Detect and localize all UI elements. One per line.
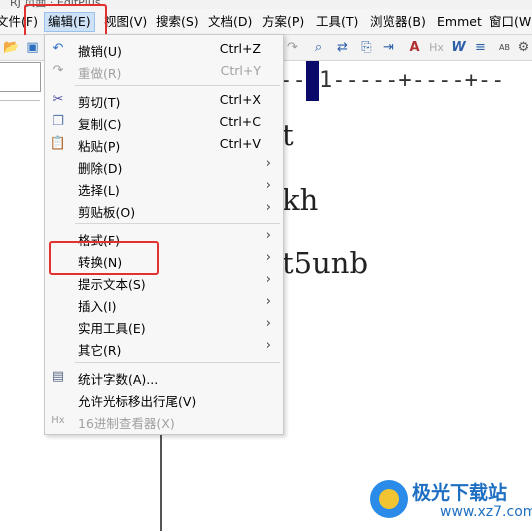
menu-item-undo[interactable]: ↶ 撤销(U) Ctrl+Z <box>45 37 283 60</box>
submenu-arrow-icon: › <box>265 316 271 331</box>
settings-icon[interactable]: ⚙ <box>515 39 532 56</box>
menu-item-utilities[interactable]: 实用工具(E) › <box>45 314 283 336</box>
menu-scheme[interactable]: 方案(P) <box>262 13 304 31</box>
menu-separator <box>75 85 280 86</box>
copy-icon: ❐ <box>52 113 64 129</box>
pane-divider <box>0 100 40 101</box>
edit-dropdown-menu: ↶ 撤销(U) Ctrl+Z ↷ 重做(R) Ctrl+Y ✂ 剪切(T) Ct… <box>44 34 284 435</box>
document-line[interactable]: t5unb <box>282 246 368 280</box>
menu-item-insert[interactable]: 插入(I) › <box>45 292 283 314</box>
submenu-arrow-icon: › <box>265 156 271 171</box>
indent-icon[interactable]: ⇥ <box>380 39 397 56</box>
menu-emmet[interactable]: Emmet <box>437 13 482 31</box>
submenu-arrow-icon: › <box>265 294 271 309</box>
submenu-arrow-icon: › <box>265 228 271 243</box>
watermark-url: www.xz7.com <box>440 504 532 520</box>
menu-item-paste[interactable]: 📋 粘贴(P) Ctrl+V <box>45 132 283 155</box>
replace-icon[interactable]: ⇄ <box>334 39 351 56</box>
find-icon[interactable]: ⌕ <box>310 39 327 56</box>
watermark-title: 极光下载站 <box>412 482 508 504</box>
highlight-box-convert <box>49 241 159 275</box>
submenu-arrow-icon: › <box>265 250 271 265</box>
menu-document[interactable]: 文档(D) <box>208 13 252 31</box>
menu-separator <box>75 362 280 363</box>
word-count-icon: ▤ <box>51 368 65 384</box>
menu-separator <box>75 223 280 224</box>
document-line[interactable]: kh <box>282 183 318 217</box>
highlight-box-edit-menu <box>24 4 107 37</box>
submenu-arrow-icon: › <box>265 200 271 215</box>
submenu-arrow-icon: › <box>265 338 271 353</box>
goto-icon[interactable]: ⎘ <box>358 39 375 56</box>
directory-combo[interactable] <box>0 62 41 92</box>
ruler-cursor: 1 <box>305 61 319 101</box>
redo-icon: ↷ <box>52 62 64 78</box>
paste-icon: 📋 <box>49 135 67 151</box>
sort-icon[interactable]: AB <box>496 39 513 56</box>
menu-item-other[interactable]: 其它(R) › <box>45 336 283 358</box>
hex-icon: Hx <box>51 414 65 426</box>
ruler-icon[interactable]: ≡ <box>472 39 489 56</box>
menu-browser[interactable]: 浏览器(B) <box>370 13 426 31</box>
word-wrap-icon[interactable]: W <box>450 39 467 56</box>
menu-item-copy[interactable]: ❐ 复制(C) Ctrl+C <box>45 110 283 133</box>
undo-icon: ↶ <box>52 40 64 56</box>
menu-item-cut[interactable]: ✂ 剪切(T) Ctrl+X <box>45 88 283 111</box>
menu-item-delete[interactable]: 删除(D) › <box>45 154 283 176</box>
save-icon[interactable]: ▣ <box>24 39 41 56</box>
menu-search[interactable]: 搜索(S) <box>156 13 199 31</box>
menu-item-cursor-beyond-eol[interactable]: 允许光标移出行尾(V) <box>45 387 283 409</box>
menu-item-hex-viewer[interactable]: Hx 16进制查看器(X) <box>45 409 283 432</box>
font-icon[interactable]: A <box>406 39 423 56</box>
ruler-right: 1-----+----+-- <box>318 68 505 93</box>
watermark-logo-icon <box>370 480 408 518</box>
watermark: 极光下载站 www.xz7.com <box>370 476 532 528</box>
directory-pane <box>0 61 40 531</box>
menu-item-clipboard[interactable]: 剪贴板(O) › <box>45 198 283 220</box>
submenu-arrow-icon: › <box>265 178 271 193</box>
redo-toolbar-icon[interactable]: ↷ <box>284 39 301 56</box>
menu-window[interactable]: 窗口(W) <box>489 13 532 31</box>
open-folder-icon[interactable]: 📂 <box>3 39 20 56</box>
menu-item-select[interactable]: 选择(L) › <box>45 176 283 198</box>
scissors-icon: ✂ <box>52 91 64 107</box>
menu-view[interactable]: 视图(V) <box>104 13 147 31</box>
hex-toolbar-icon[interactable]: Hx <box>428 39 445 56</box>
menu-item-word-count[interactable]: ▤ 统计字数(A)... <box>45 365 283 388</box>
menu-tools[interactable]: 工具(T) <box>316 13 358 31</box>
menu-item-redo[interactable]: ↷ 重做(R) Ctrl+Y <box>45 59 283 82</box>
submenu-arrow-icon: › <box>265 272 271 287</box>
